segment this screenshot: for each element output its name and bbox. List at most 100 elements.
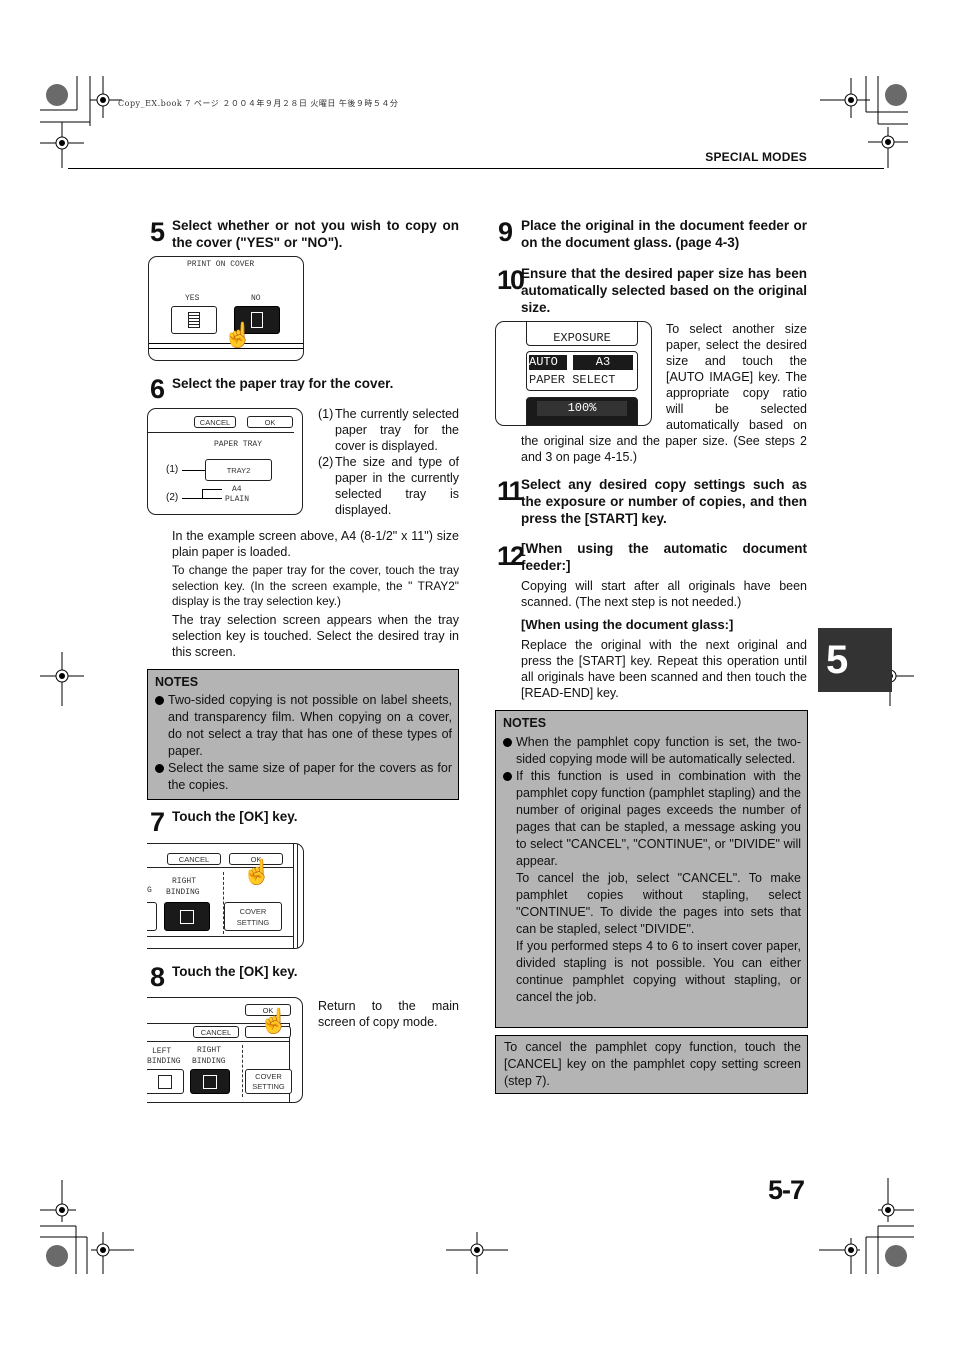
crop-marks — [40, 76, 914, 1274]
cancel-button[interactable]: CANCEL — [193, 1026, 239, 1038]
callout-2-label: (2) — [166, 492, 179, 503]
section-title: SPECIAL MODES — [705, 150, 807, 164]
step-10-heading: Ensure that the desired paper size has b… — [521, 266, 807, 315]
print-info: Copy_EX.book 7 ページ ２００４年９月２８日 火曜日 午後９時５４… — [118, 99, 399, 108]
callout-desc: The currently selected paper tray for th… — [335, 407, 459, 453]
pointing-hand-icon: ☝ — [259, 1008, 289, 1035]
step-9-heading: Place the original in the document feede… — [521, 218, 807, 250]
notes-title: NOTES — [155, 675, 199, 689]
notes-box: NOTES Two-sided copying is not possible … — [147, 669, 459, 800]
tip-box: To cancel the pamphlet copy function, to… — [495, 1035, 808, 1094]
bullet-icon — [155, 764, 164, 773]
step-12-number: 12 — [497, 541, 525, 571]
right-binding-icon — [203, 1074, 217, 1089]
header-rule — [68, 168, 884, 169]
step-7-heading: Touch the [OK] key. — [172, 809, 298, 824]
callout-num: (1) — [318, 407, 334, 421]
step-7-number: 7 — [150, 807, 165, 837]
pointing-hand-icon: ☝ — [242, 859, 272, 886]
callout-2-bracket-top — [202, 489, 222, 490]
cancel-button[interactable]: CANCEL — [167, 853, 221, 865]
screen-separator — [242, 1045, 243, 1097]
note-paragraph: If you performed steps 4 to 6 to insert … — [516, 939, 801, 1004]
cover-setting-button[interactable]: COVER SETTING — [245, 1069, 292, 1094]
step-8-number: 8 — [150, 962, 165, 992]
screen-divider — [147, 936, 293, 937]
tip-text: To cancel the pamphlet copy function, to… — [504, 1040, 801, 1088]
note-paragraph: To cancel the job, select "CANCEL". To m… — [516, 871, 801, 936]
print-on-cover-screen: PRINT ON COVER YES NO ☝ — [148, 256, 304, 361]
right-binding-label-2: BINDING — [192, 1057, 226, 1066]
bullet-icon — [155, 696, 164, 705]
step-10-number: 10 — [497, 265, 525, 295]
document-icon — [188, 312, 200, 328]
callout-list: (1) The currently selected paper tray for… — [318, 406, 459, 518]
note-text: If this function is used in combination … — [516, 769, 801, 868]
step-12-text-2: Replace the original with the next origi… — [521, 638, 807, 700]
step-6-para-2: To change the paper tray for the cover, … — [172, 563, 459, 608]
callout-1-label: (1) — [166, 464, 179, 475]
pamphlet-copy-screen-step7: CANCEL OK G RIGHT BINDING COVER SETTING … — [147, 843, 304, 949]
right-binding-label-1: RIGHT — [197, 1046, 222, 1055]
right-binding-button[interactable] — [164, 902, 210, 931]
tray-selection-key[interactable]: TRAY2 — [205, 459, 272, 481]
yes-button[interactable] — [171, 306, 217, 334]
right-binding-label-2: BINDING — [166, 888, 200, 897]
left-binding-partial: G — [147, 886, 152, 895]
step-5-heading: Select whether or not you wish to copy o… — [172, 218, 459, 250]
callout-2-text: (2) The size and type of paper in the cur… — [318, 454, 459, 518]
yes-label: YES — [185, 294, 200, 303]
step-8-heading: Touch the [OK] key. — [172, 964, 298, 979]
left-binding-icon — [157, 1074, 172, 1089]
cover-setting-label-2: SETTING — [236, 917, 270, 927]
callout-desc: The size and type of paper in the curren… — [335, 455, 459, 517]
left-binding-button[interactable] — [147, 1069, 184, 1094]
pamphlet-copy-screen-step8: OK CANCEL LEFT BINDING RIGHT BINDING COV… — [147, 997, 303, 1103]
left-binding-button[interactable] — [147, 902, 157, 931]
note-item: Two-sided copying is not possible on lab… — [155, 692, 452, 760]
step-6-number: 6 — [150, 374, 165, 404]
screen-title: PRINT ON COVER — [187, 260, 255, 269]
cancel-button[interactable]: CANCEL — [194, 416, 236, 428]
bullet-icon — [503, 772, 512, 781]
notes-box: NOTES When the pamphlet copy function is… — [495, 710, 808, 1028]
no-label: NO — [251, 294, 261, 303]
cover-setting-label-2: SETTING — [252, 1081, 285, 1091]
chapter-tab: 5 — [818, 628, 892, 692]
note-text: When the pamphlet copy function is set, … — [516, 735, 801, 766]
note-text: Select the same size of paper for the co… — [168, 761, 452, 792]
paper-type: PLAIN — [225, 495, 250, 504]
step-6-heading: Select the paper tray for the cover. — [172, 376, 394, 391]
step-12-text-1: Copying will start after all originals h… — [521, 579, 807, 609]
step-8-text: Return to the main screen of copy mode. — [318, 999, 459, 1029]
note-text: Two-sided copying is not possible on lab… — [168, 693, 452, 758]
step-6-para-1: In the example screen above, A4 (8-1/2" … — [172, 529, 459, 559]
callout-1-line — [182, 470, 205, 471]
cover-setting-label-1: COVER — [255, 1071, 282, 1081]
right-binding-icon — [180, 909, 194, 924]
step-10-text: To select another size paper, select the… — [521, 321, 807, 465]
cover-setting-button[interactable]: COVER SETTING — [224, 902, 282, 931]
right-binding-label-1: RIGHT — [172, 877, 197, 886]
step-12-heading: [When using the automatic document feede… — [521, 541, 807, 573]
step-11-heading: Select any desired copy settings such as… — [521, 477, 807, 526]
right-binding-button[interactable] — [190, 1069, 230, 1094]
note-item: When the pamphlet copy function is set, … — [503, 734, 801, 768]
screen-divider — [147, 1041, 290, 1042]
notes-title: NOTES — [503, 716, 547, 730]
step-12-subheading: [When using the document glass:] — [521, 617, 734, 632]
note-item: Select the same size of paper for the co… — [155, 760, 452, 794]
left-binding-label-2: BINDING — [147, 1057, 181, 1066]
pointing-hand-icon: ☝ — [223, 322, 253, 349]
ok-button[interactable]: OK — [247, 416, 293, 428]
bullet-icon — [503, 738, 512, 747]
callout-num: (2) — [318, 455, 334, 469]
screen-frame — [293, 844, 294, 948]
callout-2-bracket — [202, 489, 203, 499]
paper-tray-title: PAPER TRAY — [214, 440, 263, 449]
callout-1-text: (1) The currently selected paper tray for… — [318, 406, 459, 454]
step-5-number: 5 — [150, 217, 165, 247]
cover-setting-label-1: COVER — [239, 906, 267, 916]
screen-frame — [297, 844, 298, 948]
left-binding-label-1: LEFT — [152, 1047, 172, 1056]
